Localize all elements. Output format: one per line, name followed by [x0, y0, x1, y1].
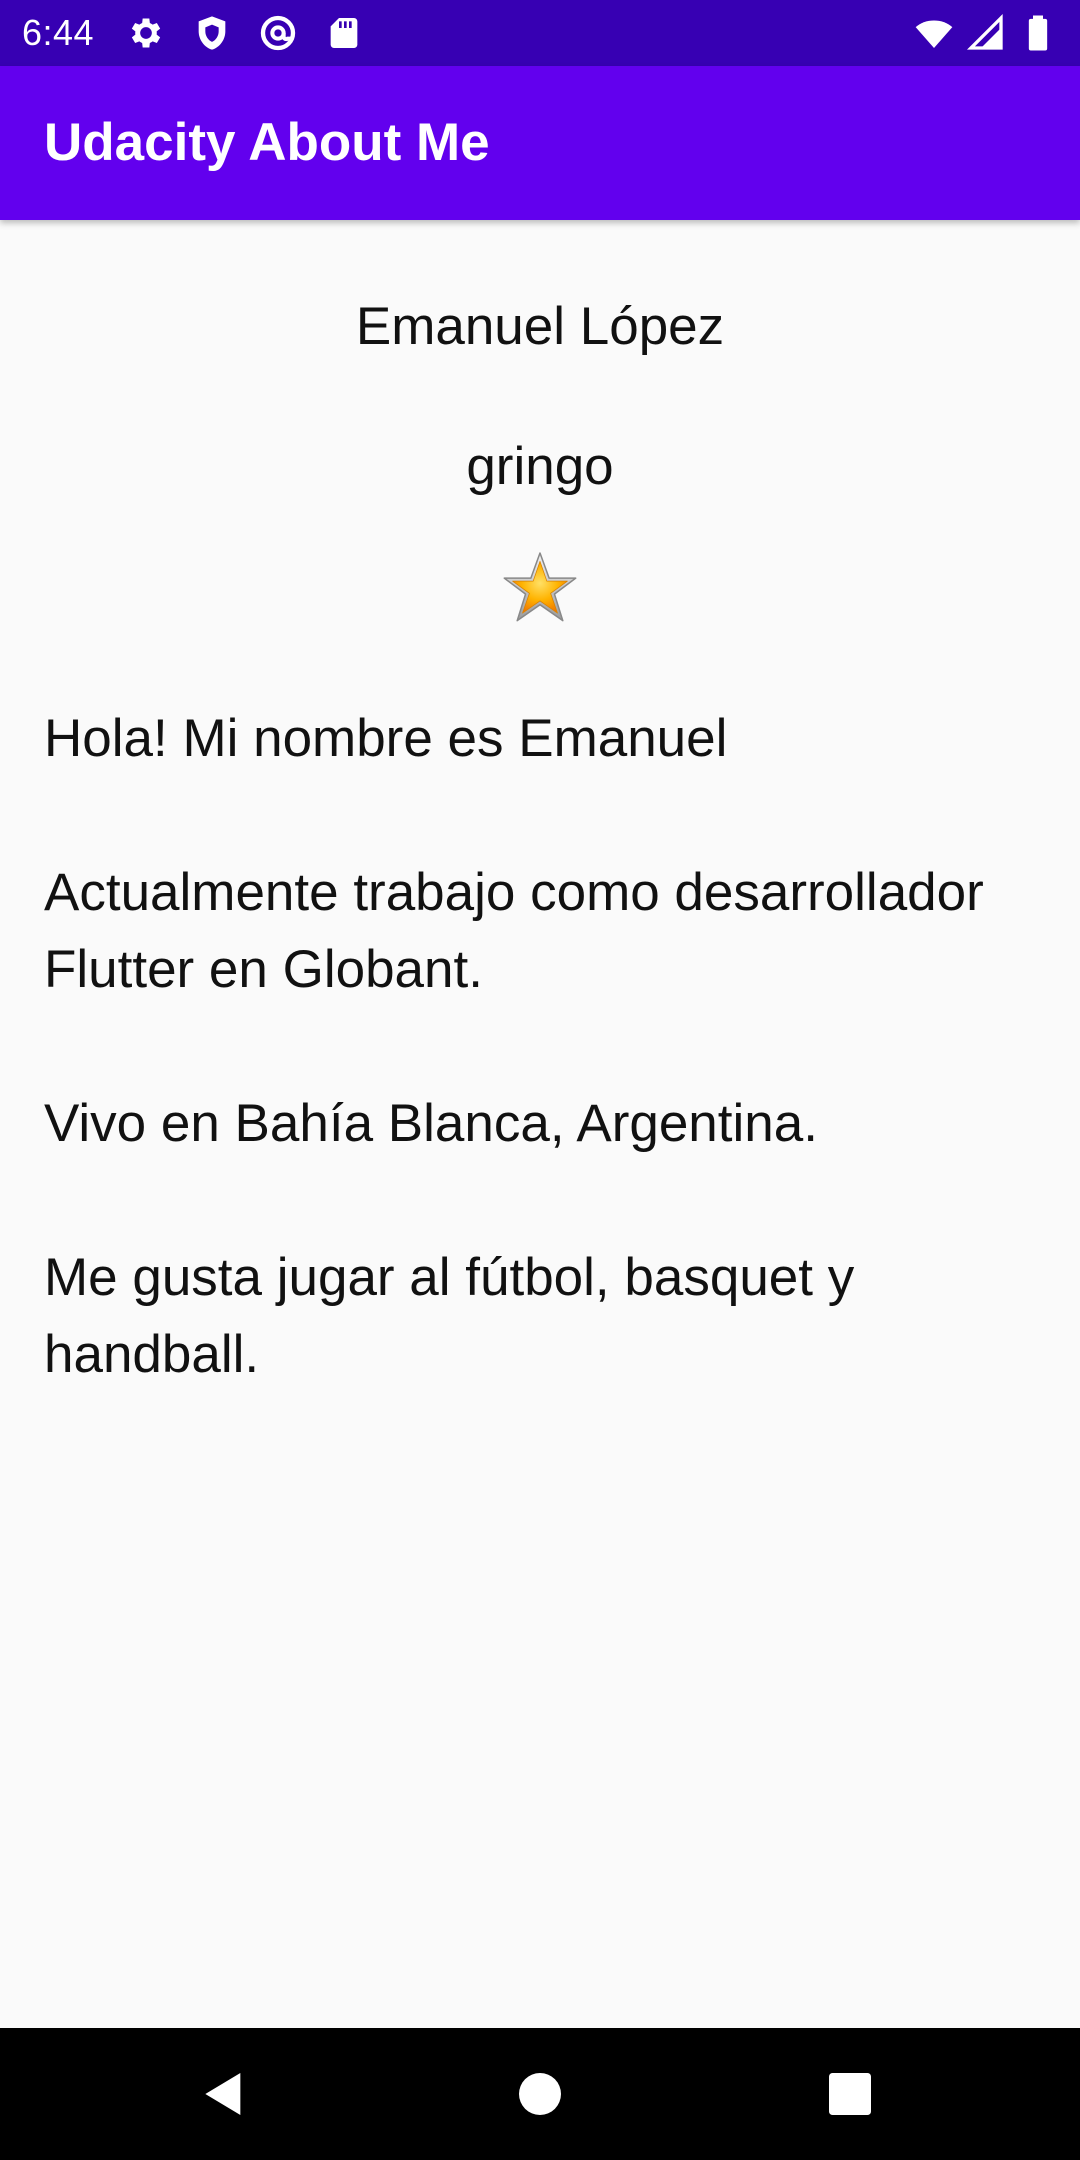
profile-name: Emanuel López: [355, 297, 725, 356]
back-icon[interactable]: [196, 2066, 252, 2122]
bio-text: Hola! Mi nombre es Emanuel Actualmente t…: [44, 700, 1044, 1470]
bio-paragraph: Vivo en Bahía Blanca, Argentina.: [44, 1094, 818, 1153]
shield-icon: [198, 16, 226, 50]
status-system-icons: [914, 13, 1058, 53]
recents-icon[interactable]: [822, 2066, 878, 2122]
status-notification-icons: [126, 13, 364, 53]
cell-signal-icon: [966, 13, 1003, 50]
home-icon[interactable]: [512, 2066, 568, 2122]
screen: 6:44 Udacity About Me Emanuel López grin…: [0, 0, 1080, 2160]
sd-card-icon: [330, 18, 358, 48]
app-bar: Udacity About Me: [0, 66, 1080, 220]
battery-icon: [1028, 15, 1048, 51]
bio-paragraph: Me gusta jugar al fútbol, basquet y hand…: [44, 1248, 855, 1384]
profile-nickname: gringo: [466, 437, 614, 496]
gear-icon: [131, 18, 161, 48]
app-title: Udacity About Me: [44, 113, 490, 172]
wifi-icon: [915, 20, 953, 48]
status-time: 6:44: [22, 12, 95, 53]
bio-paragraph: Hola! Mi nombre es Emanuel: [44, 709, 728, 768]
star-icon: [503, 552, 577, 622]
bio-paragraph: Actualmente trabajo como desarrollador F…: [44, 863, 984, 999]
navigation-bar: [0, 2028, 1080, 2160]
status-bar: 6:44: [0, 0, 1080, 66]
at-sign-icon: [260, 15, 296, 51]
